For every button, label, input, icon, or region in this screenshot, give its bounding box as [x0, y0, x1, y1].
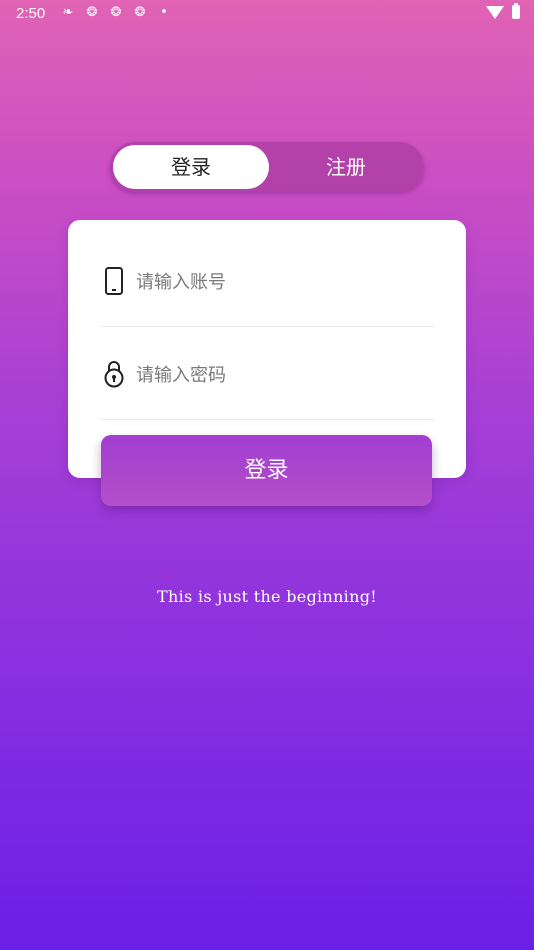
- status-bar: 2:50 ❧ ❂ ❂ ❂ •: [0, 0, 534, 28]
- tab-login[interactable]: 登录: [113, 145, 269, 189]
- sync-icon: ❂: [86, 5, 98, 20]
- lock-icon: [104, 361, 124, 388]
- sync-icon: ❂: [134, 5, 146, 20]
- wifi-icon: [486, 5, 504, 19]
- account-field[interactable]: 请输入账号: [100, 234, 434, 327]
- login-register-toggle: 登录 注册: [110, 142, 424, 192]
- password-input[interactable]: 请输入密码: [136, 361, 226, 387]
- sync-icon: ❂: [110, 5, 122, 20]
- account-input[interactable]: 请输入账号: [136, 268, 226, 294]
- status-time: 2:50: [16, 5, 46, 22]
- app-notification-icon: ❧: [62, 5, 74, 20]
- phone-icon: [105, 267, 123, 295]
- dot-icon: •: [160, 5, 168, 20]
- status-notification-icons: ❧ ❂ ❂ ❂ •: [60, 5, 172, 21]
- tab-register[interactable]: 注册: [270, 145, 422, 189]
- battery-icon: [512, 3, 520, 19]
- login-button[interactable]: 登录: [101, 435, 432, 506]
- password-field[interactable]: 请输入密码: [100, 327, 434, 420]
- tagline: This is just the beginning!: [157, 587, 377, 606]
- status-system-icons: [486, 3, 520, 19]
